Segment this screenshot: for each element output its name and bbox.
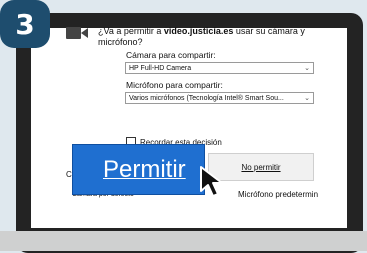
allow-button[interactable]: Permitir — [72, 144, 205, 195]
camera-select[interactable]: HP Full-HD Camera ⌄ — [125, 62, 314, 74]
video-camera-icon — [66, 27, 88, 39]
default-microphone-text: Micrófono predetermin — [238, 190, 319, 199]
step-badge: 3 — [0, 0, 50, 48]
deny-button-label: No permitir — [241, 162, 281, 172]
question-prefix: ¿Va a permitir a — [98, 26, 164, 36]
allow-button-label: Permitir — [103, 155, 186, 183]
background-text-fragment: C — [66, 170, 72, 179]
mouse-pointer-icon — [200, 166, 223, 197]
microphone-label: Micrófono para compartir: — [126, 80, 223, 90]
chevron-down-icon: ⌄ — [304, 95, 310, 102]
microphone-select-value: Varios micrófonos (Tecnología Intel® Sma… — [129, 95, 284, 102]
chevron-down-icon: ⌄ — [304, 65, 310, 72]
camera-label: Cámara para compartir: — [126, 50, 216, 60]
laptop-base — [0, 231, 367, 251]
permission-question: ¿Va a permitir a video.justicia.es usar … — [98, 26, 313, 48]
site-domain: video.justicia.es — [163, 26, 234, 36]
microphone-select[interactable]: Varios micrófonos (Tecnología Intel® Sma… — [125, 92, 314, 104]
camera-select-value: HP Full-HD Camera — [129, 65, 192, 72]
